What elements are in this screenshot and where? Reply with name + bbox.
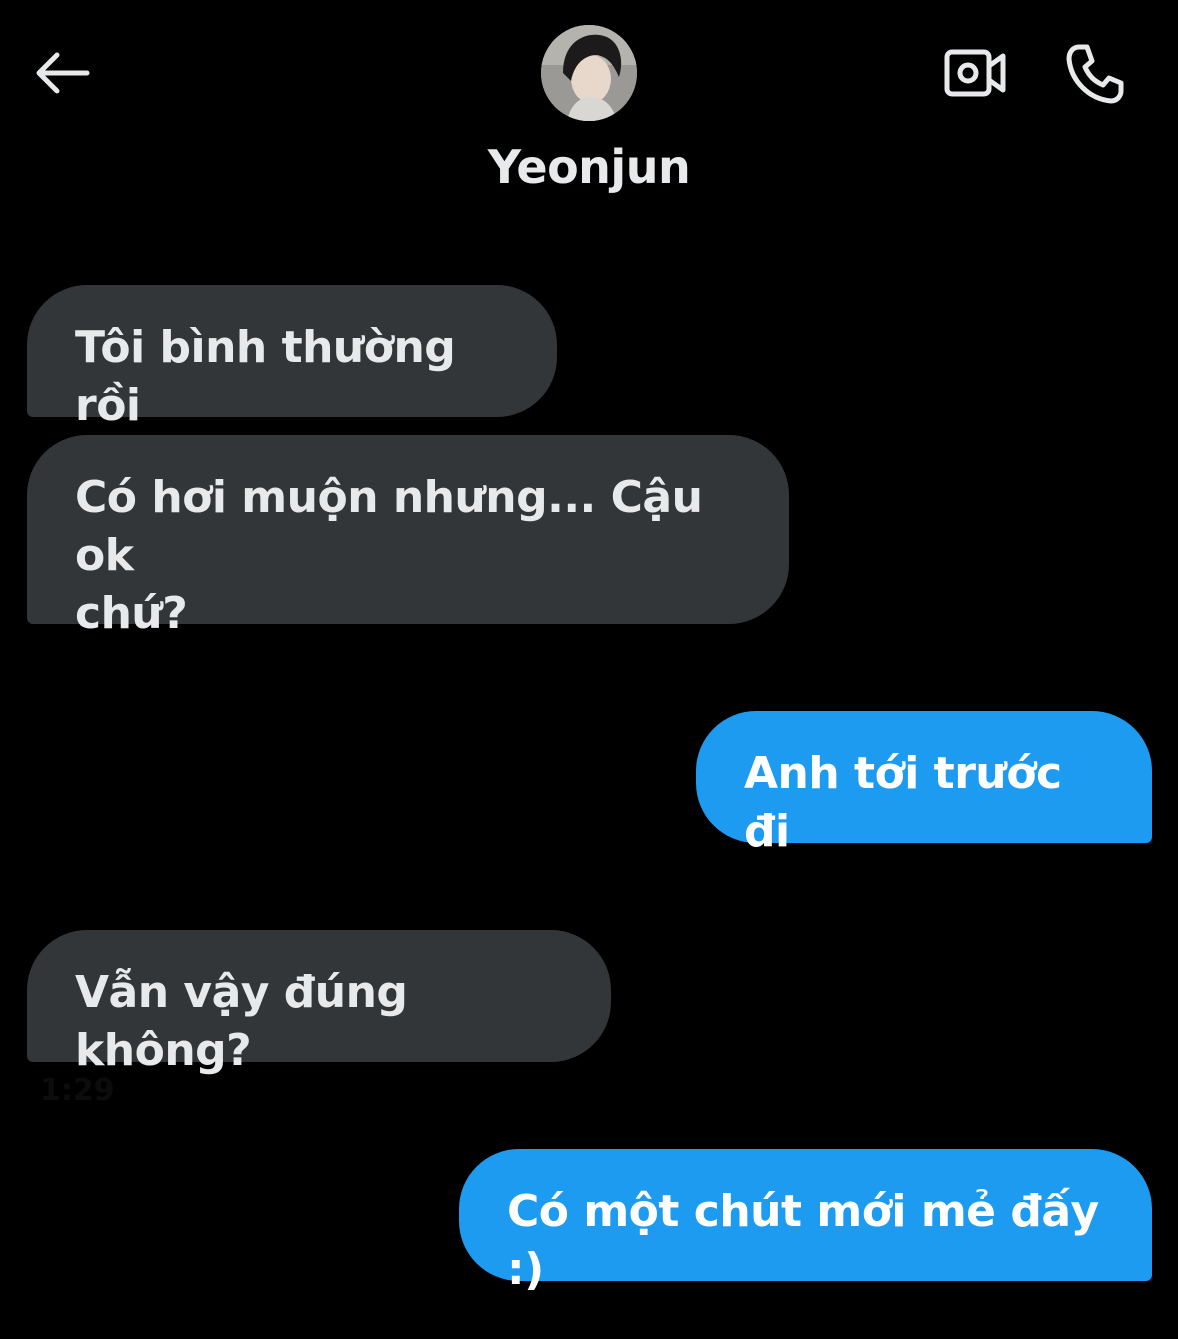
back-button[interactable] (30, 45, 94, 101)
chat-header: Yeonjun (0, 0, 1178, 230)
message-bubble-incoming[interactable]: Vẫn vậy đúng không? (27, 930, 611, 1076)
message-bubble-incoming[interactable]: Có hơi muộn nhưng... Cậu ok chứ? (27, 435, 789, 639)
message-timestamp: 1:29 (40, 1073, 115, 1108)
arrow-left-icon (36, 52, 90, 94)
avatar[interactable] (541, 25, 637, 121)
message-bubble-outgoing[interactable]: Có một chút mới mẻ đấy :) (459, 1149, 1152, 1295)
avatar-image (541, 25, 637, 121)
message-bubble-outgoing[interactable]: Anh tới trước đi (696, 711, 1152, 857)
phone-icon (1066, 44, 1124, 104)
video-camera-icon (944, 49, 1006, 97)
video-call-button[interactable] (940, 40, 1010, 106)
contact-name[interactable]: Yeonjun (0, 140, 1178, 194)
message-bubble-incoming[interactable]: Tôi bình thường rồi (27, 285, 557, 431)
voice-call-button[interactable] (1060, 38, 1130, 108)
